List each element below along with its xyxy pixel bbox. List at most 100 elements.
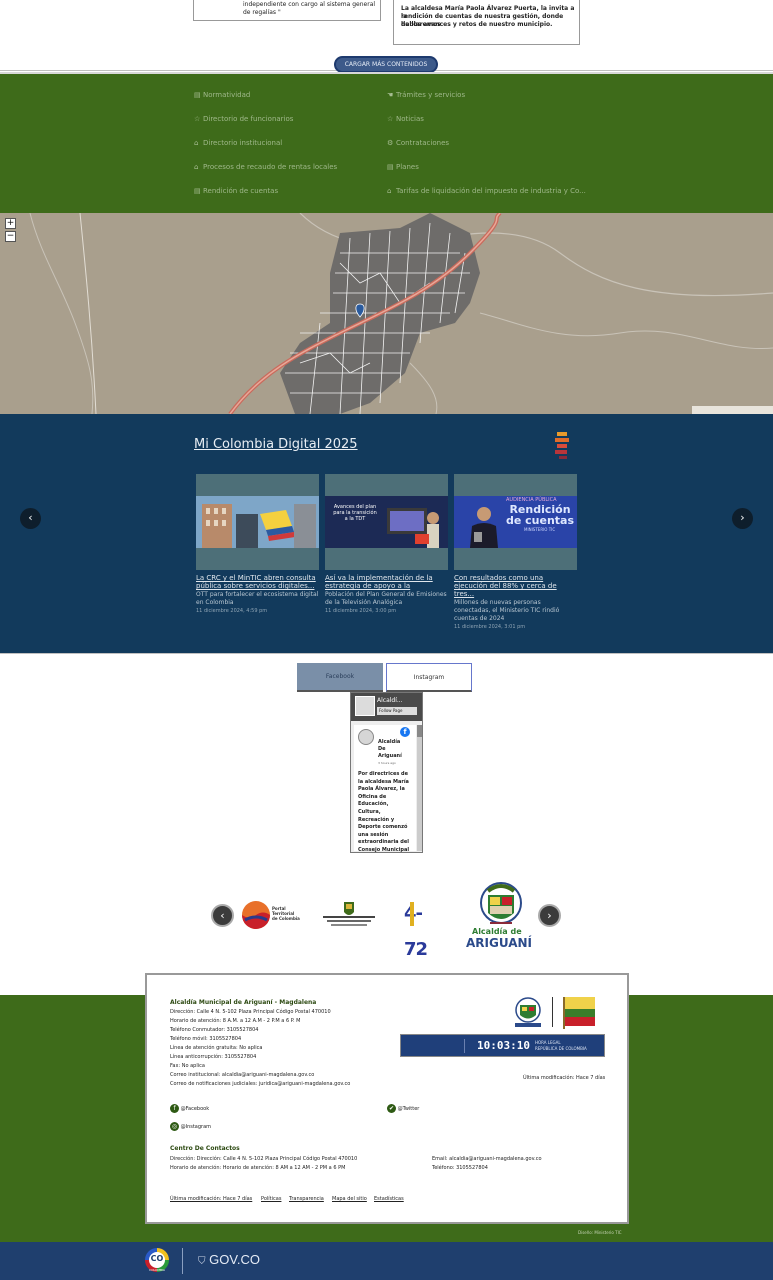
news-description: Millones de nuevas personas conectadas, … [454, 599, 560, 622]
carousel-next-button[interactable]: › [732, 508, 753, 529]
carousel-prev-button[interactable]: ‹ [20, 508, 41, 529]
news-title[interactable]: Así va la implementación de la estrategi… [325, 574, 448, 590]
footer-facebook-link[interactable]: f @Facebook [170, 1104, 209, 1113]
logos-next-button[interactable]: › [538, 904, 561, 927]
footer-facebook-label: @Facebook [180, 1106, 210, 1112]
news-description: OTT para fortalecer el ecosistema digita… [196, 591, 319, 606]
facebook-icon: f [170, 1104, 179, 1113]
clock-time: 10:03:10 [477, 1039, 530, 1052]
document-icon: ▤ [194, 91, 201, 99]
zoom-out-button[interactable]: − [5, 231, 16, 242]
footer-info-line: Dirección: Calle 4 N. 5-102 Plaza Princi… [170, 1009, 331, 1015]
quick-link-label: Noticias [396, 115, 424, 123]
top-card-left: independiente con cargo al sistema gener… [193, 0, 381, 21]
fb-page-avatar [355, 696, 375, 716]
footer-info-line[interactable]: Correo de notificaciones judiciales: jur… [170, 1081, 350, 1087]
building-icon: ⌂ [194, 163, 199, 171]
footer-info-line: Teléfono móvil: 3105527804 [170, 1036, 242, 1042]
quick-link-label: Planes [396, 163, 419, 171]
fb-post-line: una sesión [358, 831, 389, 838]
fb-author-line: Alcaldía [378, 739, 401, 745]
footer-info-line[interactable]: Correo institucional: alcaldia@ariguani-… [170, 1072, 314, 1078]
quick-link-tramites[interactable]: ☚ Trámites y servicios [387, 91, 465, 99]
quick-link-tarifas[interactable]: ⌂ Tarifas de liquidación del impuesto de … [387, 187, 586, 195]
co-logo-text: CO [150, 1254, 164, 1263]
ariguani-crest-icon [480, 882, 522, 924]
star-icon: ☆ [387, 115, 394, 123]
zoom-in-button[interactable]: + [5, 218, 16, 229]
fb-follow-button[interactable]: Follow Page [377, 707, 417, 715]
load-more-button[interactable]: CARGAR MÁS CONTENIDOS [334, 56, 438, 73]
footer-info-line: Línea de atención gratuita: No aplica [170, 1045, 263, 1051]
footer-vertical-divider [552, 997, 553, 1027]
alcaldia-ariguani-logo[interactable]: Alcaldía de ARIGUANÍ [466, 881, 536, 951]
portal-line: de Colombia [272, 916, 300, 921]
servicios-postales-logo[interactable]: 4-72 [404, 896, 444, 960]
quick-link-label: Normatividad [203, 91, 251, 99]
portal-territorial-logo[interactable]: Portal Territorial de Colombia [241, 900, 301, 930]
twitter-icon: ✔ [387, 1104, 396, 1113]
quick-link-directorio-funcionarios[interactable]: ☆ Directorio de funcionarios [194, 115, 293, 123]
quick-link-label: Procesos de recaudo de rentas locales [203, 163, 338, 171]
news-card[interactable]: Avances del plan para la transición a la… [325, 474, 448, 614]
tab-instagram[interactable]: Instagram [386, 663, 472, 692]
clock-label-2: REPÚBLICA DE COLOMBIA [535, 1046, 587, 1051]
politicas-link[interactable]: Políticas [261, 1196, 281, 1202]
fb-post-line: Paola Álvarez, la [358, 786, 405, 793]
instagram-icon: ◎ [170, 1122, 179, 1131]
news-card[interactable]: La CRC y el MinTIC abren consulta públic… [196, 474, 319, 614]
fb-post-line: extraordinaria del [358, 839, 409, 846]
quick-link-label: Rendición de cuentas [203, 187, 279, 195]
fb-post-author[interactable]: Alcaldía De Ariguaní [378, 739, 402, 760]
news-date: 11 diciembre 2024, 4:59 pm [196, 608, 268, 614]
footer-credit[interactable]: Diseño: Ministerio TIC [578, 1230, 622, 1235]
facebook-icon[interactable]: f [400, 727, 410, 737]
news-title[interactable]: La CRC y el MinTIC abren consulta públic… [196, 574, 319, 590]
govco-bar: CO COLOMBIA ⛉ GOV.CO [0, 1242, 773, 1280]
govco-link[interactable]: ⛉ GOV.CO [198, 1252, 260, 1267]
fb-page-name[interactable]: Alcaldí... [377, 697, 403, 704]
footer-crest-icon [515, 997, 541, 1027]
quick-link-label: Contrataciones [396, 139, 450, 147]
map[interactable]: + − [0, 213, 773, 414]
document-icon: ▤ [387, 163, 394, 171]
quick-link-planes[interactable]: ▤ Planes [387, 163, 419, 171]
quick-link-contrataciones[interactable]: ⚙ Contrataciones [387, 139, 449, 147]
logos-prev-button[interactable]: ‹ [211, 904, 234, 927]
fb-post-line: Deporte comenzó [358, 824, 408, 831]
transparencia-link[interactable]: Transparencia [289, 1196, 324, 1202]
footer-instagram-label: @Instagram [180, 1124, 212, 1130]
estadisticas-link[interactable]: Estadísticas [374, 1196, 404, 1202]
co-colombia-logo[interactable]: CO COLOMBIA [145, 1248, 169, 1272]
news-photo-icon [325, 496, 448, 548]
fb-scrollbar[interactable] [417, 725, 422, 851]
gobernacion-logo[interactable] [321, 900, 377, 930]
quick-link-rendicion-cuentas[interactable]: ▤ Rendición de cuentas [194, 187, 278, 195]
news-image [196, 474, 319, 570]
mapa-sitio-link[interactable]: Mapa del sitio [332, 1196, 367, 1202]
top-card-right-line: de los avances y retos de nuestro munici… [401, 21, 553, 28]
contact-hours: Horario de atención: Horario de atención… [170, 1165, 346, 1171]
quick-link-directorio-institucional[interactable]: ⌂ Directorio institucional [194, 139, 282, 147]
quick-link-normatividad[interactable]: ▤ Normatividad [194, 91, 250, 99]
footer-card: Alcaldía Municipal de Ariguaní - Magdale… [145, 973, 629, 1224]
fb-scrollbar-thumb[interactable] [417, 725, 422, 737]
building-icon: ⌂ [194, 139, 199, 147]
mi-colombia-digital-section: Mi Colombia Digital 2025 ‹ › La CRC y el… [0, 414, 773, 653]
map-marker-icon[interactable] [354, 303, 366, 318]
contact-phone: Teléfono: 3105527804 [432, 1165, 488, 1171]
quick-link-noticias[interactable]: ☆ Noticias [387, 115, 424, 123]
footer-twitter-label: @Twitter [397, 1106, 420, 1112]
footer-twitter-link[interactable]: ✔ @Twitter [387, 1104, 419, 1113]
news-card[interactable]: AUDIENCIA PÚBLICA Rendición de cuentas M… [454, 474, 577, 630]
top-card-right: La alcaldesa María Paola Álvarez Puerta,… [393, 0, 580, 45]
tab-facebook[interactable]: Facebook [297, 663, 383, 692]
last-update-right: Última modificación: Hace 7 días [523, 1075, 606, 1081]
contact-email[interactable]: Email: alcaldia@ariguani-magdalena.gov.c… [432, 1156, 542, 1162]
footer-instagram-link[interactable]: ◎ @Instagram [170, 1122, 211, 1131]
section-title[interactable]: Mi Colombia Digital 2025 [194, 437, 358, 452]
quick-link-procesos-recaudo[interactable]: ⌂ Procesos de recaudo de rentas locales [194, 163, 337, 171]
fb-post-time: 3 hours ago [378, 761, 396, 765]
facebook-widget[interactable]: Alcaldí... Follow Page f Alcaldía De Ari… [350, 692, 423, 853]
news-title[interactable]: Con resultados como una ejecución del 88… [454, 574, 577, 598]
